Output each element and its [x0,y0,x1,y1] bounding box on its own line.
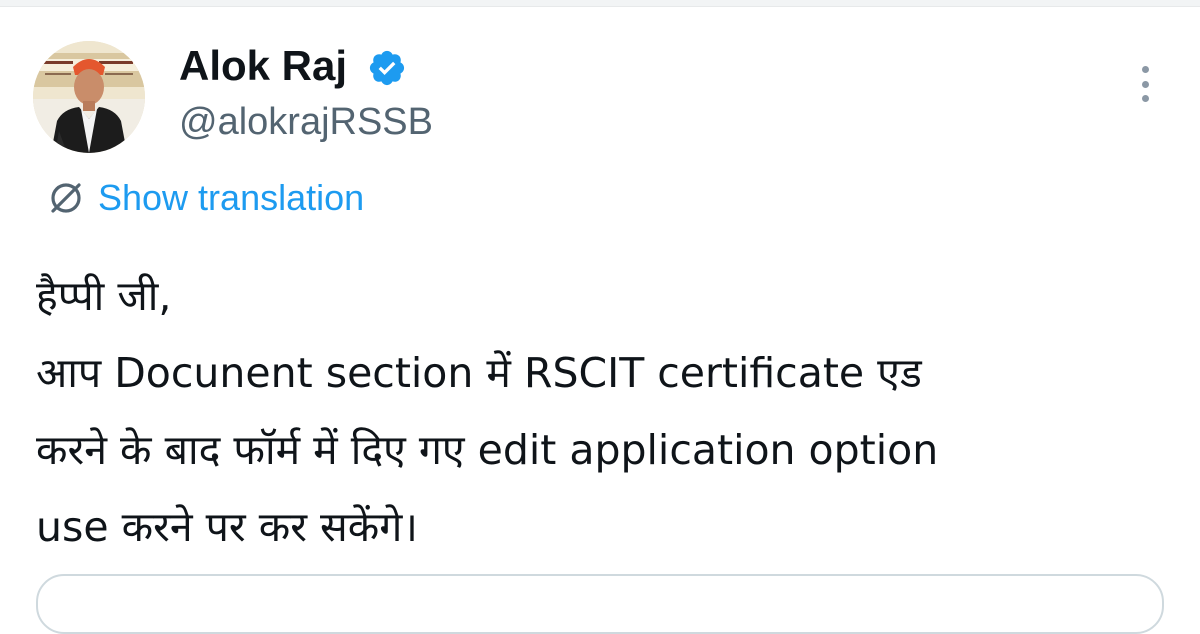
author-handle[interactable]: @alokrajRSSB [179,98,433,146]
avatar[interactable] [33,41,145,153]
more-options-button[interactable] [1128,62,1162,106]
tweet-text: हैप्पी जी, आप Docunent section में RSCIT… [36,258,1156,566]
show-translation-link[interactable]: Show translation [44,174,364,222]
tweet-text-line: करने के बाद फॉर्म में दिए गए edit applic… [36,426,939,474]
verified-badge-icon [369,50,405,86]
more-vertical-icon-dot [1141,80,1149,88]
profile-photo-icon [33,41,145,153]
more-vertical-icon [1141,66,1149,73]
more-vertical-icon-dot [1141,95,1149,102]
tweet-text-line: use करने पर कर सकेंगे। [36,503,418,551]
tweet: Alok Raj @alokrajRSSB Show translation ह… [0,0,1200,634]
translate-icon [51,183,81,213]
tweet-text-line: हैप्पी जी, [36,272,172,320]
show-translation-label[interactable]: Show translation [98,177,364,219]
author-display-name[interactable]: Alok Raj [179,40,347,92]
tweet-text-line: आप Docunent section में RSCIT certificat… [36,349,922,397]
embedded-card[interactable] [36,574,1164,634]
